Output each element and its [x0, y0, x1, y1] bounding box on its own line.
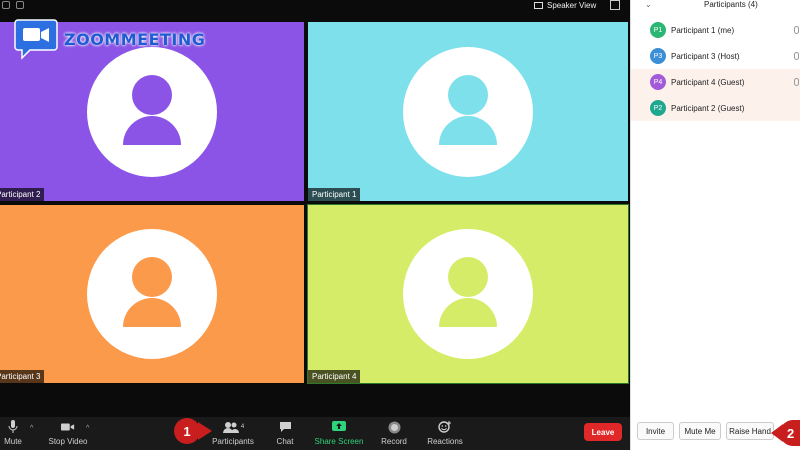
mute-label: Mute — [4, 437, 22, 446]
participant-name: Participant 4 (Guest) — [671, 77, 745, 87]
record-button[interactable]: Record — [378, 417, 410, 450]
avatar — [87, 46, 217, 177]
tile-label: Participant 2 — [0, 188, 45, 201]
microphone-icon[interactable] — [794, 26, 799, 34]
participants-label: Participants — [212, 437, 254, 446]
participants-button[interactable]: 4 Participants — [210, 417, 256, 450]
mute-button[interactable]: Mute — [0, 417, 26, 450]
participant-name: Participant 2 (Guest) — [671, 103, 745, 113]
record-label: Record — [381, 437, 407, 446]
panel-title: Participants (4) — [704, 0, 758, 9]
video-tile-participant-4[interactable]: Participant 4 — [307, 204, 629, 384]
participant-name: Participant 3 (Host) — [671, 51, 740, 61]
share-screen-button[interactable]: Share Screen — [312, 417, 366, 450]
callout-badge-2: 2 — [780, 420, 800, 446]
person-silhouette-icon — [123, 257, 181, 327]
shield-icon[interactable] — [16, 1, 24, 9]
avatar — [87, 229, 217, 359]
participant-name: Participant 1 (me) — [671, 25, 735, 35]
video-tile-participant-3[interactable]: Participant 3 — [0, 205, 304, 383]
tile-label: Participant 4 — [308, 370, 361, 383]
fullscreen-icon[interactable] — [610, 0, 620, 10]
reactions-label: Reactions — [427, 437, 463, 446]
raise-hand-button[interactable]: Raise Hand — [726, 422, 774, 440]
collapse-chevron-icon[interactable]: ⌄ — [645, 0, 652, 9]
meeting-toolbar: Mute ^ Stop Video ^ 4 Participants Chat — [0, 417, 630, 450]
mute-options-caret[interactable]: ^ — [30, 425, 33, 432]
participant-row[interactable]: P4 Participant 4 (Guest) — [631, 69, 800, 95]
video-options-caret[interactable]: ^ — [86, 425, 89, 432]
camera-bubble-icon — [14, 18, 58, 60]
stop-video-label: Stop Video — [48, 437, 88, 446]
share-screen-label: Share Screen — [314, 437, 364, 446]
chat-bubble-icon — [278, 420, 292, 434]
microphone-icon[interactable] — [794, 78, 799, 86]
avatar — [403, 229, 533, 359]
person-silhouette-icon — [439, 257, 497, 327]
participants-panel: ⌄ Participants (4) P1 Participant 1 (me)… — [630, 0, 800, 450]
participants-icon: 4 — [220, 420, 246, 434]
speaker-view-button[interactable]: Speaker View — [534, 0, 596, 10]
mute-me-button[interactable]: Mute Me — [679, 422, 721, 440]
speaker-view-label: Speaker View — [547, 0, 597, 10]
logo: ZOOMMEETING — [14, 18, 205, 60]
logo-text: ZOOMMEETING — [64, 29, 206, 49]
participant-row[interactable]: P1 Participant 1 (me) — [631, 17, 800, 43]
view-grid-icon — [534, 1, 543, 9]
participant-row[interactable]: P3 Participant 3 (Host) — [631, 43, 800, 69]
participants-count: 4 — [240, 424, 245, 430]
microphone-icon — [6, 420, 20, 434]
person-silhouette-icon — [439, 74, 497, 145]
stop-video-button[interactable]: Stop Video — [45, 417, 91, 450]
panel-header: ⌄ Participants (4) — [631, 0, 800, 12]
participant-avatar: P1 — [650, 22, 666, 38]
video-camera-icon — [61, 420, 75, 434]
info-icon[interactable] — [2, 1, 10, 9]
invite-button[interactable]: Invite — [637, 422, 674, 440]
person-silhouette-icon — [123, 74, 181, 145]
chat-label: Chat — [276, 437, 294, 446]
share-screen-icon — [332, 420, 346, 434]
leave-button[interactable]: Leave — [584, 423, 622, 441]
top-status-icons — [2, 0, 24, 10]
microphone-icon[interactable] — [794, 52, 799, 60]
video-tile-participant-1[interactable]: Participant 1 — [308, 22, 628, 201]
reactions-button[interactable]: Reactions — [425, 417, 465, 450]
participant-avatar: P2 — [650, 100, 666, 116]
callout-badge-1: 1 — [174, 418, 200, 444]
zoom-meeting-window: Speaker View ZOOMMEETING Participant 2 P… — [0, 0, 800, 450]
participant-row[interactable]: P2 Participant 2 (Guest) — [631, 95, 800, 121]
participant-avatar: P3 — [650, 48, 666, 64]
chat-button[interactable]: Chat — [272, 417, 298, 450]
tile-label: Participant 1 — [308, 188, 361, 201]
tile-label: Participant 3 — [0, 370, 45, 383]
participant-avatar: P4 — [650, 74, 666, 90]
avatar — [403, 46, 533, 177]
record-icon — [387, 420, 401, 434]
smiley-icon — [438, 420, 452, 434]
